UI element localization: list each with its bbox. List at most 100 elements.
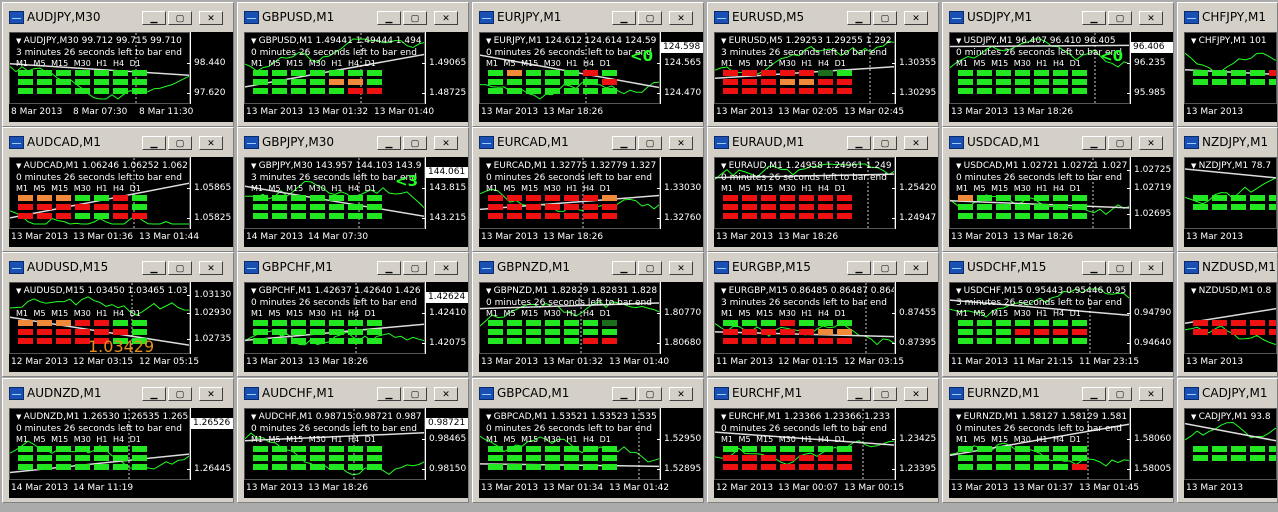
window-titlebar[interactable]: USDCAD,M1 ▁ ▢ ✕ — [945, 130, 1171, 154]
window-titlebar[interactable]: EURGBP,M15 ▁ ▢ ✕ — [710, 255, 936, 279]
price-chart[interactable]: EURAUD,M1 1.24958 1.24961 1.249 0 minutes… — [714, 157, 895, 229]
chart-window[interactable]: EURNZD,M1 ▁▢ ✕ EURNZD,M1 1.58127 1.58129 1.… — [942, 378, 1174, 503]
window-titlebar[interactable]: AUDNZD,M1 ▁ ▢ ✕ — [5, 381, 231, 405]
minimize-button[interactable]: ▁ — [1082, 136, 1106, 150]
window-titlebar[interactable]: AUDCAD,M1 ▁ ▢ ✕ — [5, 130, 231, 154]
minimize-button[interactable]: ▁ — [612, 261, 636, 275]
close-button[interactable]: ✕ — [434, 387, 458, 401]
minimize-button[interactable]: ▁ — [847, 136, 871, 150]
window-titlebar[interactable]: GBPNZD,M1 ▁ ▢ ✕ — [475, 255, 701, 279]
window-titlebar[interactable]: AUDCHF,M1 ▁ ▢ ✕ — [240, 381, 466, 405]
price-chart[interactable]: AUDNZD,M1 1.26530 1.26535 1.265 0 minutes… — [9, 408, 190, 480]
minimize-button[interactable]: ▁ — [377, 261, 401, 275]
window-titlebar[interactable]: EURJPY,M1 ▁ ▢ ✕ — [475, 5, 701, 29]
close-button[interactable]: ✕ — [199, 261, 223, 275]
price-chart[interactable]: EURCAD,M1 1.32775 1.32779 1.327 0 minutes… — [479, 157, 660, 229]
chart-window[interactable]: EURGBP,M15 ▁▢ ✕ EURGBP,M15 0.86485 0.86487 … — [707, 252, 939, 377]
price-chart[interactable]: EURUSD,M5 1.29253 1.29255 1.292 3 minutes… — [714, 32, 895, 104]
window-titlebar[interactable]: USDJPY,M1 ▁ ▢ ✕ — [945, 5, 1171, 29]
window-titlebar[interactable]: NZDJPY,M1 — [1180, 130, 1275, 154]
window-titlebar[interactable]: NZDUSD,M1 — [1180, 255, 1276, 279]
price-chart[interactable]: EURCHF,M1 1.23366 1.23366 1.233 0 minutes… — [714, 408, 895, 480]
chart-window[interactable]: EURAUD,M1 ▁▢ ✕ EURAUD,M1 1.24958 1.24961 1.… — [707, 127, 939, 252]
window-titlebar[interactable]: EURCHF,M1 ▁ ▢ ✕ — [710, 381, 936, 405]
chart-window[interactable]: AUDNZD,M1 ▁▢ ✕ AUDNZD,M1 1.26530 1.26535 1.… — [2, 378, 234, 503]
maximize-button[interactable]: ▢ — [873, 387, 897, 401]
chart-window[interactable]: EURJPY,M1 ▁▢ ✕ EURJPY,M1 124.612 124.614 12… — [472, 2, 704, 127]
maximize-button[interactable]: ▢ — [638, 11, 662, 25]
close-button[interactable]: ✕ — [904, 11, 928, 25]
window-titlebar[interactable]: CADJPY,M1 — [1180, 381, 1275, 405]
chart-window[interactable]: GBPJPY,M30 ▁▢ ✕ GBPJPY,M30 143.957 144.103 … — [237, 127, 469, 252]
close-button[interactable]: ✕ — [1139, 261, 1163, 275]
price-chart[interactable]: AUDUSD,M15 1.03450 1.03465 1.03 M1 M5 M15… — [9, 282, 190, 354]
window-titlebar[interactable]: EURAUD,M1 ▁ ▢ ✕ — [710, 130, 936, 154]
chart-window[interactable]: CHFJPY,M1 CHFJPY,M1 101 13 Mar 2013 — [1177, 2, 1278, 127]
price-chart[interactable]: GBPJPY,M30 143.957 144.103 143.9 3 minute… — [244, 157, 425, 229]
close-button[interactable]: ✕ — [669, 11, 693, 25]
window-titlebar[interactable]: GBPCHF,M1 ▁ ▢ ✕ — [240, 255, 466, 279]
price-chart[interactable]: AUDCAD,M1 1.06246 1.06252 1.062 0 minutes… — [9, 157, 190, 229]
price-chart[interactable]: GBPCAD,M1 1.53521 1.53523 1.535 0 minutes… — [479, 408, 660, 480]
chart-window[interactable]: USDCAD,M1 ▁▢ ✕ USDCAD,M1 1.02721 1.02721 1.… — [942, 127, 1174, 252]
window-titlebar[interactable]: EURUSD,M5 ▁ ▢ ✕ — [710, 5, 936, 29]
price-chart[interactable]: USDJPY,M1 96.407 96.410 96.405 0 minutes … — [949, 32, 1130, 104]
maximize-button[interactable]: ▢ — [873, 261, 897, 275]
maximize-button[interactable]: ▢ — [873, 11, 897, 25]
close-button[interactable]: ✕ — [904, 136, 928, 150]
price-chart[interactable]: AUDCHF,M1 0.98715 0.98721 0.987 0 minutes… — [244, 408, 425, 480]
close-button[interactable]: ✕ — [434, 136, 458, 150]
maximize-button[interactable]: ▢ — [638, 261, 662, 275]
window-titlebar[interactable]: AUDUSD,M15 ▁ ▢ ✕ — [5, 255, 231, 279]
maximize-button[interactable]: ▢ — [168, 261, 192, 275]
close-button[interactable]: ✕ — [199, 387, 223, 401]
chart-window[interactable]: AUDJPY,M30 ▁▢ ✕ AUDJPY,M30 99.712 99.715 99… — [2, 2, 234, 127]
maximize-button[interactable]: ▢ — [168, 136, 192, 150]
maximize-button[interactable]: ▢ — [873, 136, 897, 150]
minimize-button[interactable]: ▁ — [612, 387, 636, 401]
maximize-button[interactable]: ▢ — [638, 387, 662, 401]
window-titlebar[interactable]: AUDJPY,M30 ▁ ▢ ✕ — [5, 5, 231, 29]
chart-window[interactable]: AUDCAD,M1 ▁▢ ✕ AUDCAD,M1 1.06246 1.06252 1.… — [2, 127, 234, 252]
minimize-button[interactable]: ▁ — [377, 387, 401, 401]
price-chart[interactable]: EURNZD,M1 1.58127 1.58129 1.581 0 minutes… — [949, 408, 1130, 480]
maximize-button[interactable]: ▢ — [403, 387, 427, 401]
close-button[interactable]: ✕ — [904, 261, 928, 275]
chart-window[interactable]: EURUSD,M5 ▁▢ ✕ EURUSD,M5 1.29253 1.29255 1.… — [707, 2, 939, 127]
close-button[interactable]: ✕ — [1139, 11, 1163, 25]
minimize-button[interactable]: ▁ — [847, 11, 871, 25]
minimize-button[interactable]: ▁ — [142, 11, 166, 25]
chart-window[interactable]: GBPUSD,M1 ▁▢ ✕ GBPUSD,M1 1.49441 1.49444 1.… — [237, 2, 469, 127]
chart-window[interactable]: AUDUSD,M15 ▁▢ ✕ AUDUSD,M15 1.03450 1.03465 … — [2, 252, 234, 377]
window-titlebar[interactable]: GBPUSD,M1 ▁ ▢ ✕ — [240, 5, 466, 29]
close-button[interactable]: ✕ — [434, 261, 458, 275]
minimize-button[interactable]: ▁ — [612, 11, 636, 25]
price-chart[interactable]: CHFJPY,M1 101 — [1184, 32, 1277, 104]
minimize-button[interactable]: ▁ — [1082, 387, 1106, 401]
chart-window[interactable]: GBPCAD,M1 ▁▢ ✕ GBPCAD,M1 1.53521 1.53523 1.… — [472, 378, 704, 503]
chart-window[interactable]: GBPCHF,M1 ▁▢ ✕ GBPCHF,M1 1.42637 1.42640 1.… — [237, 252, 469, 377]
close-button[interactable]: ✕ — [669, 136, 693, 150]
minimize-button[interactable]: ▁ — [1082, 261, 1106, 275]
close-button[interactable]: ✕ — [669, 261, 693, 275]
minimize-button[interactable]: ▁ — [142, 261, 166, 275]
close-button[interactable]: ✕ — [199, 136, 223, 150]
minimize-button[interactable]: ▁ — [847, 387, 871, 401]
maximize-button[interactable]: ▢ — [403, 11, 427, 25]
chart-window[interactable]: EURCAD,M1 ▁▢ ✕ EURCAD,M1 1.32775 1.32779 1.… — [472, 127, 704, 252]
maximize-button[interactable]: ▢ — [1108, 136, 1132, 150]
maximize-button[interactable]: ▢ — [1108, 261, 1132, 275]
chart-window[interactable]: GBPNZD,M1 ▁▢ ✕ GBPNZD,M1 1.82829 1.82831 1.… — [472, 252, 704, 377]
close-button[interactable]: ✕ — [904, 387, 928, 401]
close-button[interactable]: ✕ — [434, 11, 458, 25]
chart-window[interactable]: AUDCHF,M1 ▁▢ ✕ AUDCHF,M1 0.98715 0.98721 0.… — [237, 378, 469, 503]
price-chart[interactable]: USDCAD,M1 1.02721 1.02721 1.027 0 minutes… — [949, 157, 1130, 229]
price-chart[interactable]: NZDUSD,M1 0.8 — [1184, 282, 1277, 354]
maximize-button[interactable]: ▢ — [1108, 11, 1132, 25]
price-chart[interactable]: EURJPY,M1 124.612 124.614 124.59 0 minute… — [479, 32, 660, 104]
window-titlebar[interactable]: GBPJPY,M30 ▁ ▢ ✕ — [240, 130, 466, 154]
maximize-button[interactable]: ▢ — [168, 11, 192, 25]
maximize-button[interactable]: ▢ — [168, 387, 192, 401]
chart-window[interactable]: USDCHF,M15 ▁▢ ✕ USDCHF,M15 0.95443 0.95446 … — [942, 252, 1174, 377]
window-titlebar[interactable]: EURNZD,M1 ▁ ▢ ✕ — [945, 381, 1171, 405]
